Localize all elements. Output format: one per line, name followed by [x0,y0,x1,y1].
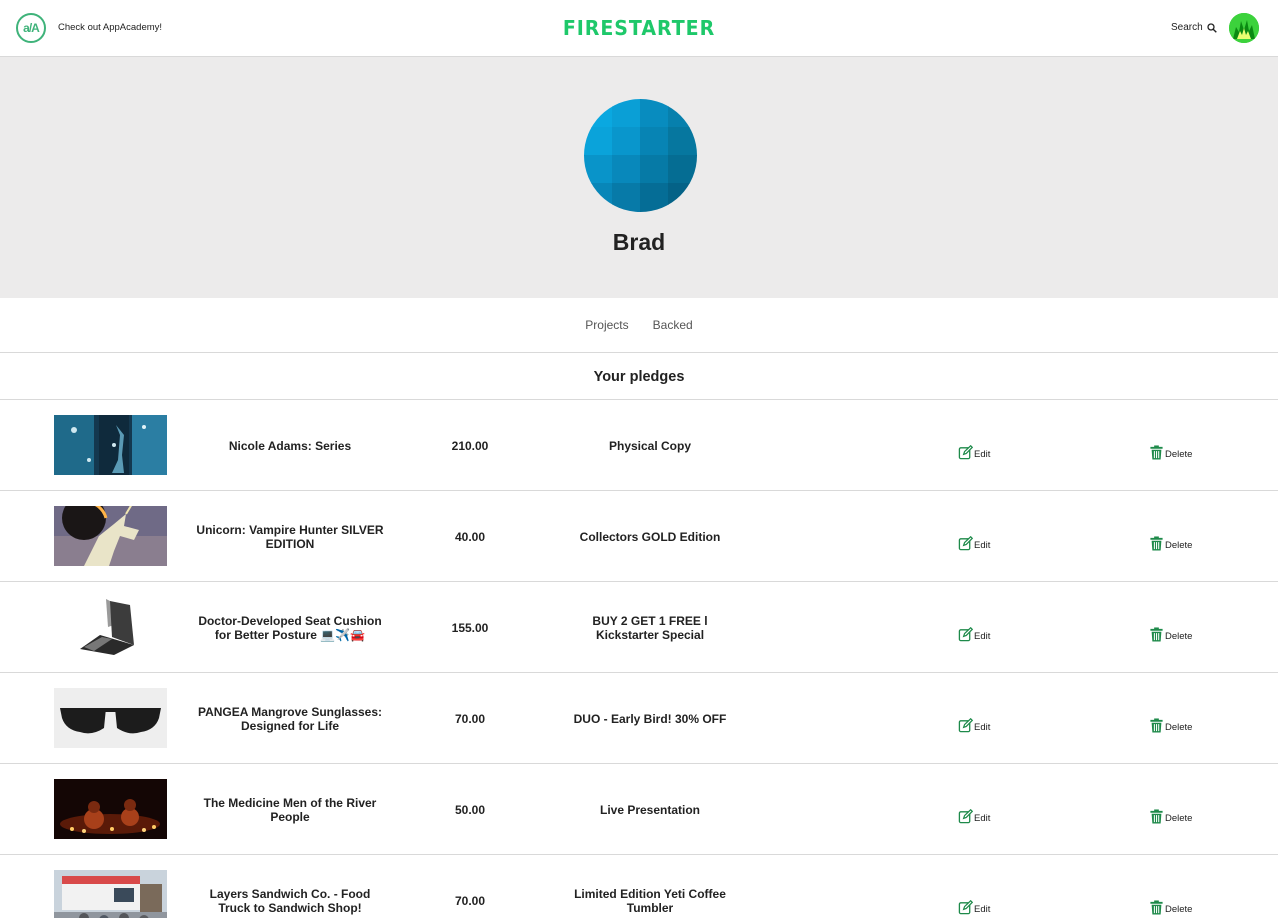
edit-pledge-button[interactable]: Edit [958,627,990,642]
edit-pledge-button[interactable]: Edit [958,536,990,551]
edit-label: Edit [974,540,991,551]
pledge-amount: 155.00 [451,620,489,635]
project-thumbnail[interactable] [54,870,167,918]
trash-icon [1150,536,1163,551]
search-button[interactable]: Search [1171,22,1217,33]
pledge-project-title[interactable]: The Medicine Men of the River People [195,764,385,855]
brand-logo[interactable]: FIRESTARTER [32,16,1246,40]
delete-pledge-button[interactable]: Delete [1149,809,1192,824]
edit-label: Edit [974,631,991,642]
edit-pledge-button[interactable]: Edit [958,445,990,460]
pledge-amount: 70.00 [454,893,486,908]
pledge-row: Unicorn: Vampire Hunter SILVER EDITION 4… [0,491,1278,582]
delete-pledge-button[interactable]: Delete [1149,900,1192,915]
delete-pledge-button[interactable]: Delete [1149,536,1192,551]
pledge-project-title[interactable]: Doctor-Developed Seat Cushion for Better… [195,582,385,673]
top-nav: a/A Check out AppAcademy! FIRESTARTER Se… [0,0,1278,57]
delete-label: Delete [1165,904,1193,915]
profile-avatar [584,99,697,212]
delete-label: Delete [1165,813,1193,824]
edit-icon [958,445,973,460]
profile-name: Brad [612,229,666,255]
edit-label: Edit [974,904,991,915]
profile-banner: Brad [0,57,1278,298]
project-thumbnail[interactable] [54,688,167,748]
pledge-project-title[interactable]: Layers Sandwich Co. - Food Truck to Sand… [195,855,385,918]
pledge-row: PANGEA Mangrove Sunglasses: Designed for… [0,673,1278,764]
pledge-reward: Collectors GOLD Edition [579,529,721,544]
pledge-amount: 70.00 [454,711,486,726]
edit-icon [958,809,973,824]
user-avatar[interactable] [1229,13,1259,43]
tab-backed[interactable]: Backed [653,318,693,332]
pledge-reward: BUY 2 GET 1 FREE l Kickstarter Special [592,613,708,642]
project-thumbnail[interactable] [54,506,167,566]
trash-icon [1150,809,1163,824]
pledge-row: Doctor-Developed Seat Cushion for Better… [0,582,1278,673]
edit-label: Edit [974,813,991,824]
delete-pledge-button[interactable]: Delete [1149,627,1192,642]
pledge-amount: 50.00 [454,802,486,817]
delete-label: Delete [1165,540,1193,551]
pledge-row: The Medicine Men of the River People 50.… [0,764,1278,855]
delete-label: Delete [1165,631,1193,642]
search-label: Search [1171,22,1203,33]
delete-pledge-button[interactable]: Delete [1149,718,1192,733]
search-icon [1207,22,1217,33]
pledge-reward: DUO - Early Bird! 30% OFF [573,711,727,726]
edit-icon [958,536,973,551]
trash-icon [1150,445,1163,460]
project-thumbnail[interactable] [54,415,167,475]
delete-label: Delete [1165,449,1193,460]
trash-icon [1150,718,1163,733]
pledge-project-title[interactable]: PANGEA Mangrove Sunglasses: Designed for… [195,673,385,764]
pledge-row: Layers Sandwich Co. - Food Truck to Sand… [0,855,1278,918]
edit-icon [958,627,973,642]
edit-pledge-button[interactable]: Edit [958,809,990,824]
pledges-list: Nicole Adams: Series 210.00 Physical Cop… [0,400,1278,918]
delete-label: Delete [1165,722,1193,733]
pledge-row: Nicole Adams: Series 210.00 Physical Cop… [0,400,1278,491]
pledge-amount: 40.00 [454,529,486,544]
project-thumbnail[interactable] [54,779,167,839]
trash-icon [1150,900,1163,915]
edit-icon [958,718,973,733]
edit-icon [958,900,973,915]
delete-pledge-button[interactable]: Delete [1149,445,1192,460]
pledge-amount: 210.00 [451,438,489,453]
project-thumbnail[interactable] [54,597,167,657]
edit-label: Edit [974,449,991,460]
profile-tabs: Projects Backed [0,298,1278,353]
trash-icon [1150,627,1163,642]
pledge-project-title[interactable]: Unicorn: Vampire Hunter SILVER EDITION [195,491,385,582]
edit-pledge-button[interactable]: Edit [958,718,990,733]
edit-label: Edit [974,722,991,733]
pledge-project-title[interactable]: Nicole Adams: Series [195,400,385,491]
pledge-reward: Live Presentation [599,802,701,817]
pledge-reward: Physical Copy [608,438,692,453]
pledge-reward: Limited Edition Yeti Coffee Tumbler [574,886,726,915]
tab-projects[interactable]: Projects [585,318,628,332]
brand-text[interactable]: FIRESTARTER [563,16,715,40]
edit-pledge-button[interactable]: Edit [958,900,990,915]
section-title: Your pledges [593,369,685,385]
avatar-flame-icon [1229,13,1259,43]
